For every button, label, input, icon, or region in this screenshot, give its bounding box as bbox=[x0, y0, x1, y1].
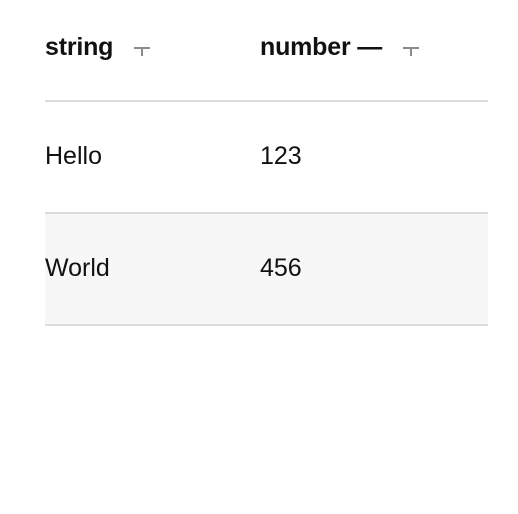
table-header-row: string number — bbox=[45, 0, 488, 102]
table-cell: Hello bbox=[45, 142, 102, 170]
table-row: World 456 bbox=[45, 214, 488, 326]
data-table: string number — Hello 123 World 456 bbox=[45, 0, 488, 326]
table-row: Hello 123 bbox=[45, 102, 488, 214]
filter-icon[interactable] bbox=[403, 44, 420, 56]
filter-icon[interactable] bbox=[134, 44, 151, 56]
table-cell: 456 bbox=[260, 254, 302, 282]
column-header-number[interactable]: number — bbox=[260, 30, 420, 64]
column-header-label: string bbox=[45, 32, 114, 61]
table-cell: World bbox=[45, 254, 110, 282]
table-cell: 123 bbox=[260, 142, 302, 170]
column-header-label: number — bbox=[260, 32, 383, 61]
column-header-string[interactable]: string bbox=[45, 30, 151, 64]
